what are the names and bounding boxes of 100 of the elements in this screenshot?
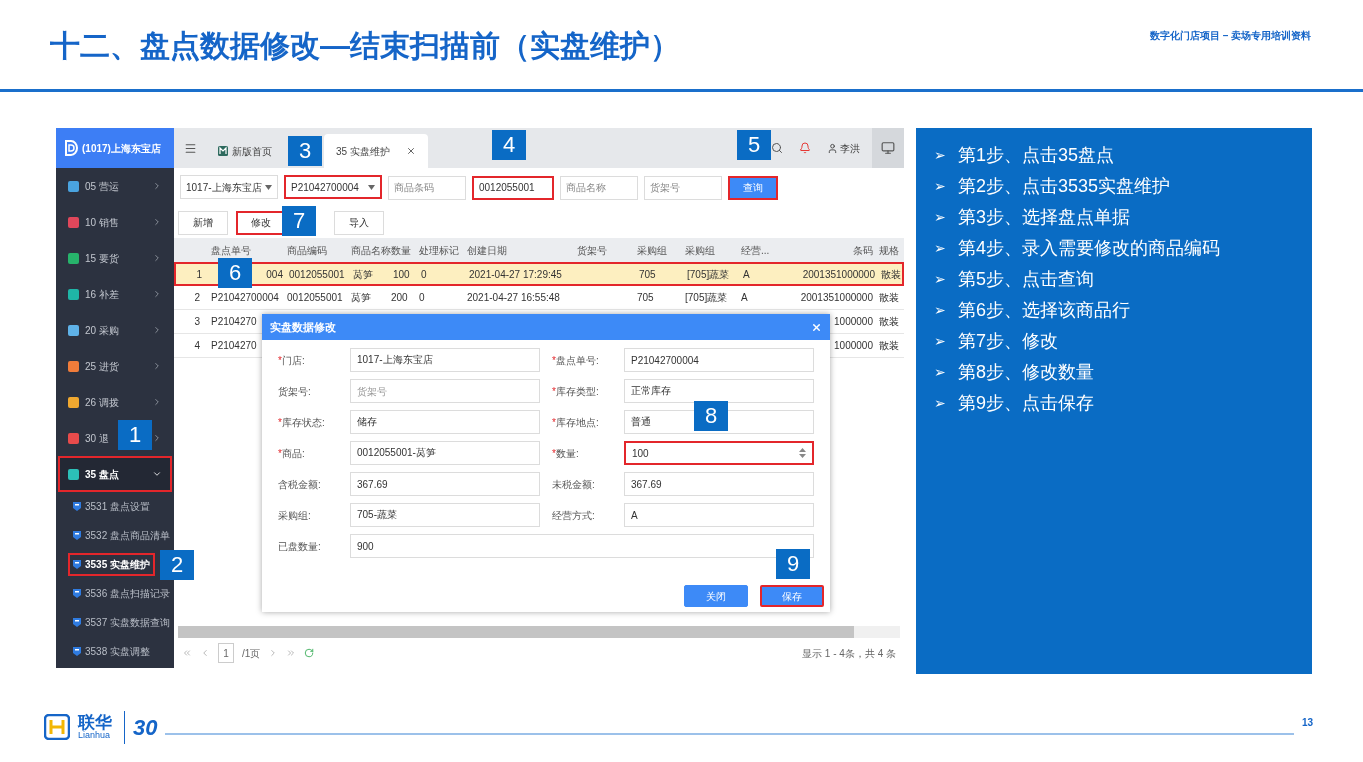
field-label: 已盘数量: xyxy=(278,539,322,554)
chevron-right-icon xyxy=(152,361,162,371)
step-number-badge: 2 xyxy=(160,550,194,580)
step-text: 第4步、录入需要修改的商品编码 xyxy=(958,237,1220,260)
menu-item[interactable]: 20 采购 xyxy=(68,322,119,338)
menu-icon[interactable] xyxy=(183,141,197,155)
caret-icon xyxy=(368,184,375,190)
input-field[interactable]: 705-蔬菜 xyxy=(350,503,540,527)
page-number: 13 xyxy=(1301,715,1313,730)
step-text: 第2步、点击3535实盘维护 xyxy=(958,175,1171,198)
column-header: 盘点单号 xyxy=(211,244,251,256)
input-field[interactable]: P21042700004 xyxy=(624,348,814,372)
close-icon[interactable] xyxy=(811,321,822,333)
company-logo-icon xyxy=(44,714,70,740)
table-cell: P21042700004 xyxy=(211,292,279,303)
menu-item[interactable]: 16 补差 xyxy=(68,286,119,302)
spinner-icon[interactable] xyxy=(799,448,806,458)
field-label: *库存地点: xyxy=(552,415,600,430)
submenu-item[interactable]: 3531 盘点设置 xyxy=(68,495,156,518)
input-field[interactable]: 0012055001 xyxy=(472,175,554,200)
submenu-item[interactable]: 3537 实盘数据查询 xyxy=(68,611,176,634)
bullet: ➢ xyxy=(934,270,946,289)
page-field[interactable]: 1 xyxy=(218,643,234,663)
user-menu[interactable]: 李洪 xyxy=(827,140,860,156)
menu-item[interactable]: 25 进货 xyxy=(68,358,119,374)
menu-item[interactable]: 15 要货 xyxy=(68,250,119,266)
input-field[interactable]: 367.69 xyxy=(624,472,814,496)
submenu-item[interactable]: 3535 实盘维护 xyxy=(68,553,156,576)
menu-item[interactable]: 10 销售 xyxy=(68,214,119,230)
number-field[interactable]: 100 xyxy=(624,441,814,465)
table-cell: 705 xyxy=(639,268,656,280)
column-header: 商品名称 xyxy=(351,244,391,256)
action-button[interactable]: 导入 xyxy=(334,210,384,235)
table-cell: 散装 xyxy=(879,340,899,351)
bell-icon[interactable] xyxy=(799,142,811,154)
field-label: 未税金额: xyxy=(552,477,596,492)
monitor-icon[interactable] xyxy=(881,141,895,155)
anniversary-mark: 30 xyxy=(124,710,158,744)
column-header: 商品编码 xyxy=(287,244,327,256)
horizontal-scrollbar[interactable] xyxy=(178,626,900,638)
input-field[interactable]: 商品条码 xyxy=(388,175,466,200)
close-icon[interactable] xyxy=(406,146,416,156)
row-number: 4 xyxy=(194,340,200,351)
document-icon xyxy=(73,531,81,540)
record-summary: 显示 1 - 4条，共 4 条 xyxy=(802,646,896,661)
chevron-right-icon xyxy=(152,325,162,335)
page-total: /1页 xyxy=(242,646,261,661)
column-header: 规格 xyxy=(879,244,899,256)
field-label: *数量: xyxy=(552,446,580,461)
table-cell: 0 xyxy=(419,292,425,303)
submenu-item[interactable]: 3536 盘点扫描记录 xyxy=(68,582,176,605)
table-cell: A xyxy=(743,268,750,280)
document-icon xyxy=(73,589,81,598)
column-header: 采购组 xyxy=(637,244,667,256)
chevron-right-icon xyxy=(152,433,162,443)
search-icon[interactable] xyxy=(771,142,783,154)
field-label: *盘点单号: xyxy=(552,353,600,368)
tab[interactable]: 35 实盘维护 xyxy=(324,134,428,168)
action-button[interactable]: 新增 xyxy=(178,210,228,235)
input-field[interactable]: 0012055001-莴笋 xyxy=(350,441,540,465)
select-field[interactable]: 1017-上海东宝店 xyxy=(180,175,278,199)
column-header: 数量 xyxy=(391,244,411,256)
table-cell: 004 xyxy=(266,268,283,280)
table-cell: 2021-04-27 17:29:45 xyxy=(469,268,562,280)
table-cell: 1000000 xyxy=(834,316,873,327)
chevron-right-icon xyxy=(152,289,162,299)
menu-item[interactable]: 26 调拨 xyxy=(68,394,119,410)
input-field[interactable]: A xyxy=(624,503,814,527)
tab[interactable]: 新版首页 xyxy=(206,134,284,168)
input-field[interactable]: 367.69 xyxy=(350,472,540,496)
menu-item[interactable]: 05 营运 xyxy=(68,178,119,194)
logo-icon xyxy=(64,140,78,156)
menu-item[interactable]: 35 盘点 xyxy=(58,456,172,492)
chevron-right-icon xyxy=(152,181,162,191)
step-text: 第1步、点击35盘点 xyxy=(958,144,1115,167)
refresh-icon[interactable] xyxy=(304,648,315,658)
app-icon xyxy=(218,146,228,156)
document-icon xyxy=(73,647,81,656)
submenu-item[interactable]: 3538 实盘调整 xyxy=(68,640,156,663)
submenu-item[interactable]: 3532 盘点商品清单 xyxy=(68,524,176,547)
select-field[interactable]: P21042700004 xyxy=(284,175,382,199)
input-field[interactable]: 商品名称 xyxy=(560,175,638,200)
input-field[interactable]: 正常库存 xyxy=(624,379,814,403)
field-label: *库存类型: xyxy=(552,384,600,399)
step-text: 第7步、修改 xyxy=(958,330,1058,353)
field-label: 含税金额: xyxy=(278,477,322,492)
chevron-down-icon xyxy=(152,469,162,479)
input-field[interactable]: 储存 xyxy=(350,410,540,434)
input-field[interactable]: 货架号 xyxy=(644,175,722,200)
field-label: 经营方式: xyxy=(552,508,596,523)
step-text: 第5步、点击查询 xyxy=(958,268,1094,291)
input-field[interactable]: 货架号 xyxy=(350,379,540,403)
step-text: 第8步、修改数量 xyxy=(958,361,1094,384)
header-note: 数字化门店项目 – 卖场专用培训资料 xyxy=(1149,29,1311,43)
bullet: ➢ xyxy=(934,301,946,320)
input-field[interactable]: 1017-上海东宝店 xyxy=(350,348,540,372)
menu-item[interactable]: 30 退 xyxy=(68,430,109,446)
step-number-badge: 4 xyxy=(492,130,526,161)
bullet: ➢ xyxy=(934,177,946,196)
bullet: ➢ xyxy=(934,208,946,227)
